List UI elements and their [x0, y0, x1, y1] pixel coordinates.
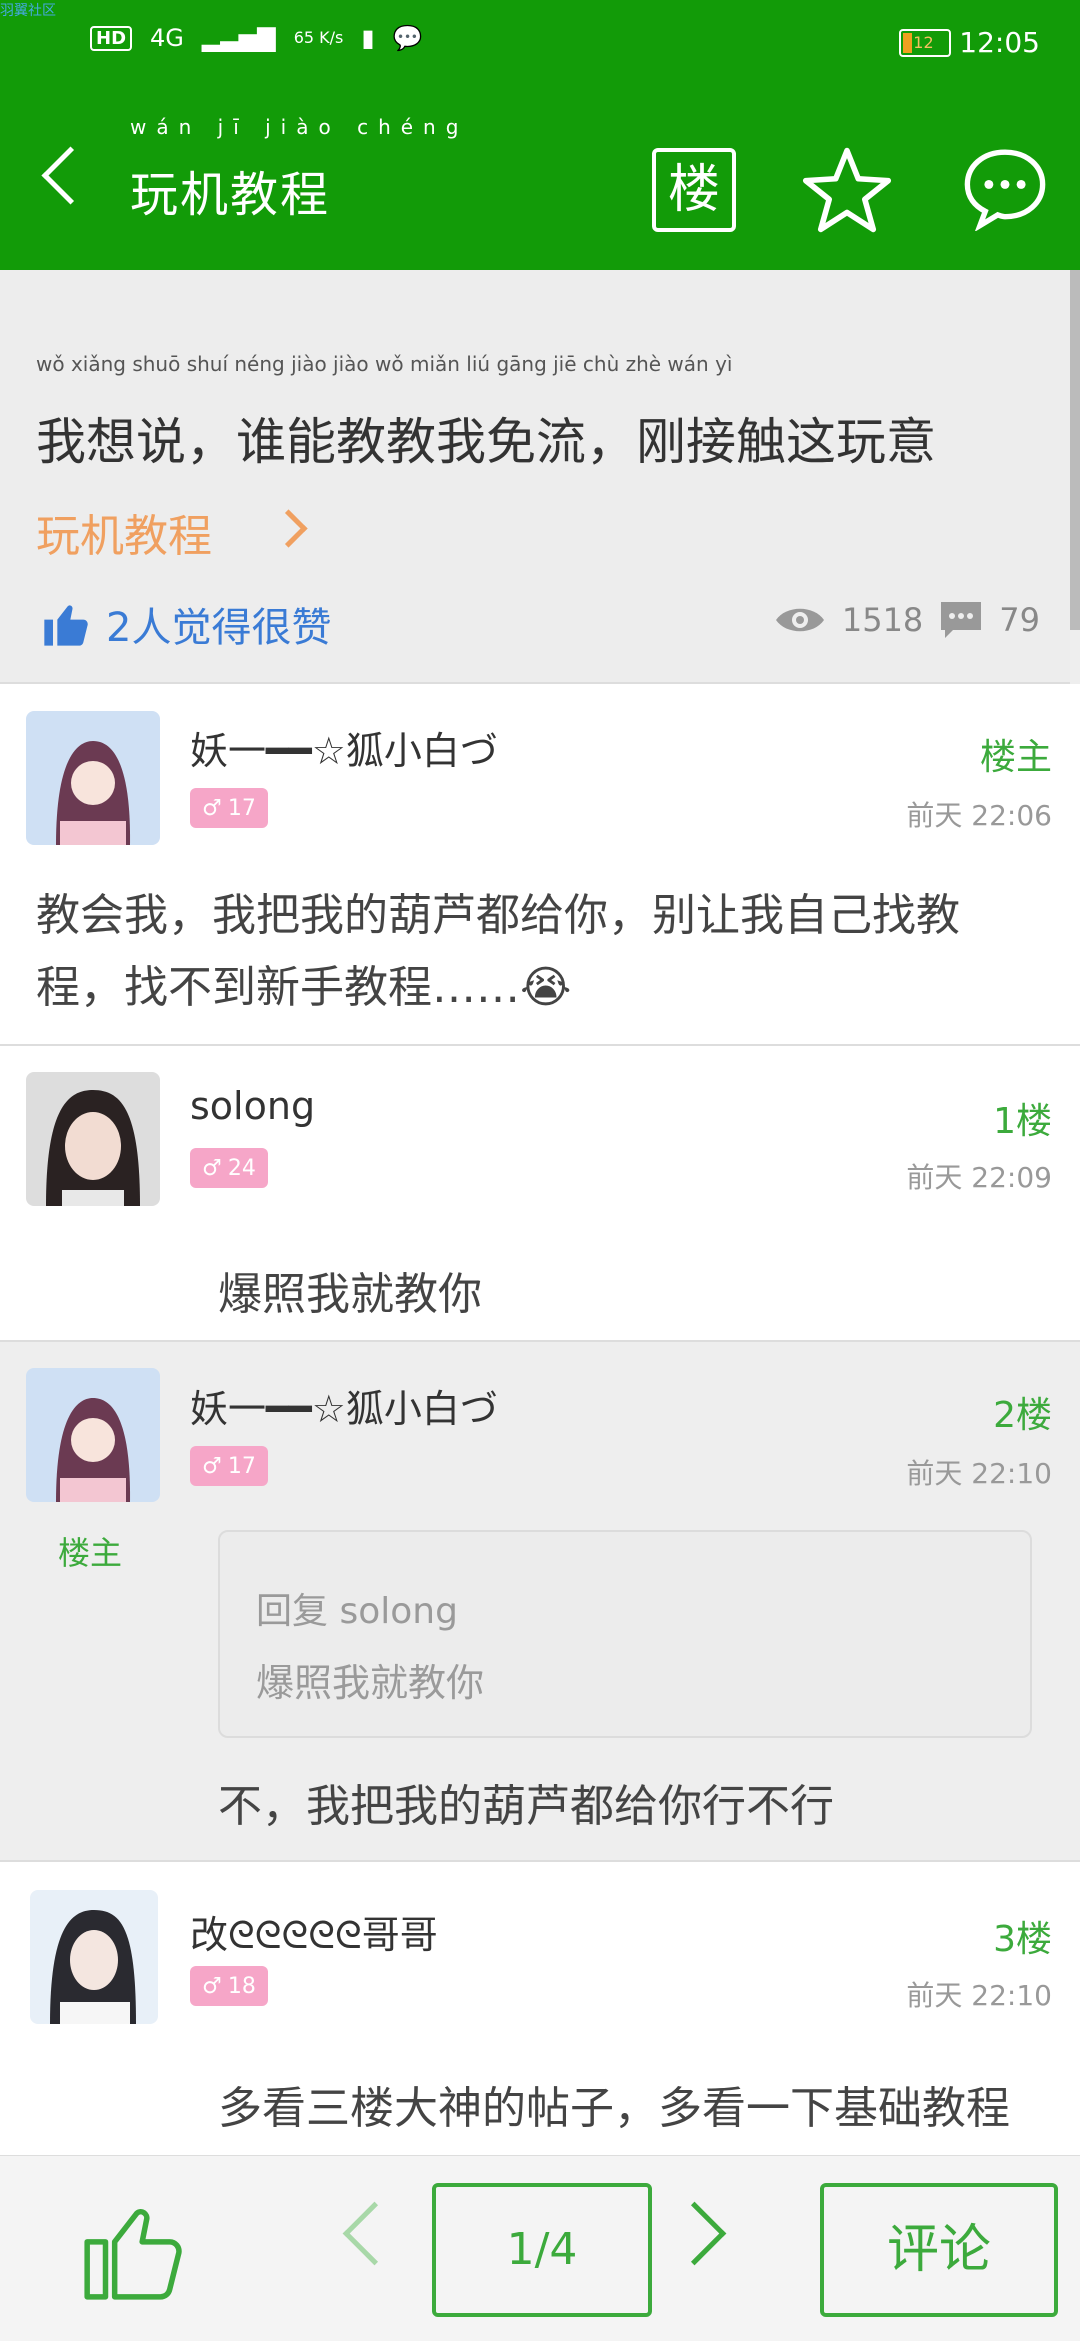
- clock: 12:05: [959, 26, 1040, 59]
- thumbs-up-icon: [44, 605, 88, 646]
- watermark-text: 羽翼社区: [0, 3, 56, 19]
- comment-bubble-icon[interactable]: [960, 145, 1050, 231]
- chevron-right-icon: [269, 509, 308, 548]
- level-badge: ♂ 17: [190, 1446, 268, 1486]
- likes-summary: 2人觉得很赞: [40, 595, 331, 653]
- reply-content: 爆照我就教你: [218, 1269, 482, 1320]
- reply-content: 教会我，我把我的葫芦都给你，别让我自己找教程，找不到新手教程……😭: [36, 890, 960, 1013]
- reply-item: 改ᘓᘓᘓᘓᘓ哥哥 ♂ 18 3楼 前天 22:10 多看三楼大神的帖子，多看一下基…: [0, 1862, 1080, 2162]
- like-thumb-icon[interactable]: [78, 2196, 188, 2306]
- prev-page-icon[interactable]: [342, 2201, 407, 2266]
- post-time: 前天 22:10: [906, 1979, 1052, 2012]
- hd-badge: HD: [90, 25, 133, 51]
- reply-item: solong ♂ 24 1楼 前天 22:09 爆照我就教你: [0, 1046, 1080, 1342]
- male-symbol-icon: ♂: [202, 795, 222, 821]
- battery-level: 12: [913, 32, 934, 52]
- page-indicator[interactable]: 1/4: [432, 2183, 652, 2317]
- scrollbar[interactable]: [1070, 270, 1080, 630]
- username[interactable]: solong: [190, 1084, 315, 1128]
- username[interactable]: 改ᘓᘓᘓᘓᘓ哥哥: [190, 1904, 438, 1959]
- reply-item: 楼主 妖一━━☆狐小白づ ♂ 17 2楼 前天 22:10 回复 solong 爆…: [0, 1342, 1080, 1862]
- post-stats: 1518 79: [774, 600, 1040, 640]
- post-time: 前天 22:10: [906, 1457, 1052, 1490]
- view-count: 1518: [841, 601, 924, 639]
- signal-icon: ▂▃▅▇: [201, 24, 276, 52]
- male-symbol-icon: ♂: [202, 1973, 222, 1999]
- page-title-pinyin: wán jī jiào chéng: [130, 115, 469, 139]
- status-right: 12 12:05: [899, 26, 1040, 59]
- reply-content: 多看三楼大神的帖子，多看一下基础教程: [218, 2083, 1010, 2134]
- username[interactable]: 妖一━━☆狐小白づ: [190, 720, 498, 775]
- eye-icon: [775, 608, 824, 632]
- post-title-pinyin: wǒ xiǎng shuō shuí néng jiào jiào wǒ miǎ…: [36, 352, 733, 376]
- comment-button[interactable]: 评论: [820, 2183, 1058, 2317]
- next-page-icon[interactable]: [662, 2201, 727, 2266]
- username[interactable]: 妖一━━☆狐小白づ: [190, 1378, 498, 1433]
- avatar[interactable]: [26, 1072, 160, 1206]
- bottom-bar: 1/4 评论: [0, 2155, 1080, 2341]
- op-tag: 楼主: [58, 1534, 123, 1572]
- level-badge: ♂ 17: [190, 788, 268, 828]
- quote-body: 爆照我就教你: [256, 1661, 485, 1705]
- post-title: wǒ xiǎng shuō shuí néng jiào jiào wǒ miǎ…: [36, 325, 1036, 481]
- status-left: HD 4G ▂▃▅▇ 65 K/s ▮ 💬: [90, 24, 423, 52]
- floor-label: 2楼: [993, 1395, 1052, 1436]
- reply-content: 不，我把我的葫芦都给你行不行: [218, 1781, 834, 1832]
- jump-floor-button[interactable]: 楼: [652, 148, 736, 232]
- floor-label: 3楼: [993, 1919, 1052, 1960]
- quote-header: 回复 solong: [256, 1591, 458, 1632]
- page-title: wán jī jiào chéng 玩机教程: [130, 115, 469, 223]
- battery-notify-icon: ▮: [361, 24, 375, 52]
- avatar[interactable]: [26, 1368, 160, 1502]
- post-time: 前天 22:09: [906, 1161, 1052, 1194]
- floor-label: 1楼: [993, 1101, 1052, 1142]
- quote-block[interactable]: 回复 solong 爆照我就教你: [218, 1530, 1032, 1738]
- battery-icon: 12: [899, 28, 952, 57]
- avatar[interactable]: [26, 711, 160, 845]
- category-link[interactable]: 玩机教程: [36, 500, 212, 564]
- status-bar: 羽翼社区 HD 4G ▂▃▅▇ 65 K/s ▮ 💬 12 12:05: [0, 0, 1080, 95]
- favorite-star-icon[interactable]: [800, 145, 894, 235]
- avatar[interactable]: [30, 1890, 158, 2024]
- likes-text: 2人觉得很赞: [106, 605, 332, 651]
- level-badge: ♂ 18: [190, 1966, 268, 2006]
- post-header: wǒ xiǎng shuō shuí néng jiào jiào wǒ miǎ…: [0, 270, 1070, 684]
- network-type: 4G: [150, 24, 184, 52]
- male-symbol-icon: ♂: [202, 1155, 222, 1181]
- reply-item: 妖一━━☆狐小白づ ♂ 17 楼主 前天 22:06 教会我，我把我的葫芦都给你，…: [0, 684, 1080, 1046]
- network-speed: 65 K/s: [293, 28, 344, 47]
- male-symbol-icon: ♂: [202, 1453, 222, 1479]
- comment-count-icon: [941, 602, 982, 638]
- message-notify-icon: 💬: [392, 24, 423, 52]
- post-time: 前天 22:06: [906, 799, 1052, 832]
- floor-label: 楼主: [979, 737, 1052, 778]
- comment-count: 79: [999, 601, 1040, 639]
- level-badge: ♂ 24: [190, 1148, 268, 1188]
